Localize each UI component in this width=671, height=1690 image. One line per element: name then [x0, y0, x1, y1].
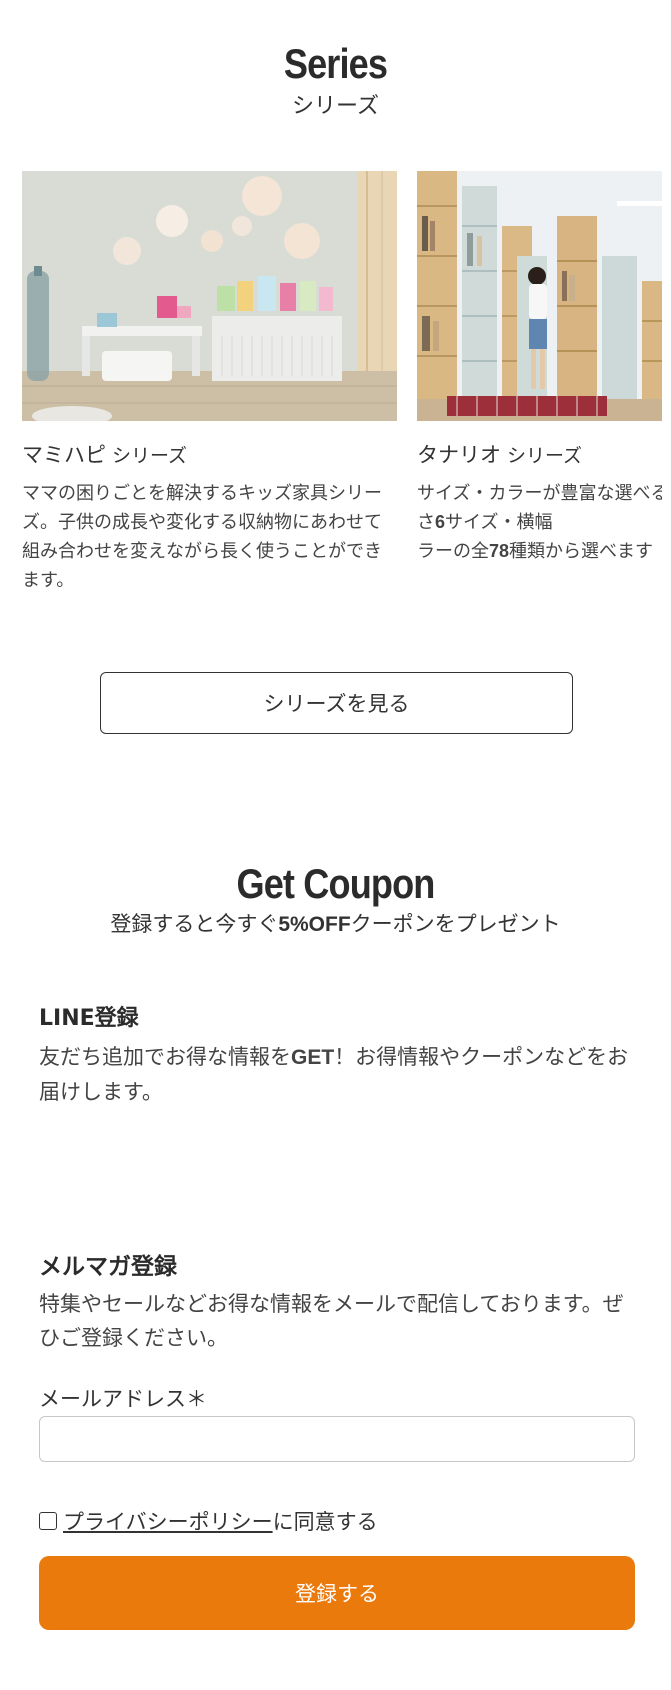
email-field[interactable]: [39, 1416, 635, 1462]
newsletter-title: メルマガ登録: [39, 1254, 177, 1280]
privacy-checkbox[interactable]: [39, 1512, 57, 1530]
register-button[interactable]: 登録する: [39, 1556, 635, 1630]
series-image-tanario[interactable]: [417, 171, 662, 421]
line-text-bold: GET: [291, 1046, 335, 1069]
privacy-consent[interactable]: プライバシーポリシー に同意する: [39, 1506, 378, 1536]
series-suffix: シリーズ: [112, 445, 188, 467]
coupon-title: Get Coupon: [236, 860, 435, 907]
series-card-description: サイズ・カラーが豊富な選べるシリーズ。高さ6サイズ・横幅ラーの全78種類から選べ…: [417, 479, 662, 566]
line-description: 友だち追加でお得な情報をGET！お得情報やクーポンなどをお届けします。: [39, 1040, 639, 1109]
line-title: LINE登録: [39, 1006, 139, 1031]
series-carousel[interactable]: マミハピ シリーズ ママの困りごとを解決するキッズ家具シリーズ。子供の成長や変化す…: [22, 171, 662, 611]
series-card-title[interactable]: タナリオ シリーズ: [417, 439, 662, 469]
desc-number: 78: [489, 541, 510, 561]
series-title: Series: [283, 40, 388, 87]
series-card-tanario[interactable]: タナリオシリーズ サイズ・カラーが豊富な選べるシリーズ。高さ6サイズ・横幅ラーの…: [417, 171, 662, 566]
series-name: マミハピ: [22, 443, 106, 467]
consent-text: に同意する: [272, 1510, 378, 1534]
series-subtitle: シリーズ: [292, 94, 379, 119]
privacy-policy-link[interactable]: プライバシーポリシー: [63, 1506, 273, 1536]
coupon-subtitle: 登録すると今すぐ5%OFFクーポンをプレゼント: [0, 908, 671, 938]
view-series-button[interactable]: シリーズを見る: [100, 672, 573, 734]
series-card-title[interactable]: マミハピ シリーズ: [22, 439, 397, 469]
series-card-description: ママの困りごとを解決するキッズ家具シリーズ。子供の成長や変化する収納物にあわせて…: [22, 483, 382, 591]
coupon-subtitle-pre: 登録すると今すぐ: [110, 912, 279, 936]
desc-text: ラーの全: [417, 541, 489, 562]
coupon-subtitle-post: クーポンをプレゼント: [350, 912, 561, 936]
line-text-pre: 友だち追加でお得な情報を: [39, 1045, 291, 1069]
series-suffix: シリーズ: [507, 445, 583, 467]
series-image-mamihapi[interactable]: [22, 171, 397, 421]
coupon-discount: 5%OFF: [278, 913, 351, 936]
newsletter-description: 特集やセールなどお得な情報をメールで配信しております。ぜひご登録ください。: [39, 1292, 624, 1350]
series-name: タナリオ: [417, 443, 501, 467]
email-label: メールアドレス＊: [39, 1387, 207, 1411]
desc-number: 6: [435, 512, 446, 532]
series-card-mamihapi[interactable]: マミハピ シリーズ ママの困りごとを解決するキッズ家具シリーズ。子供の成長や変化す…: [22, 171, 397, 595]
desc-text: 種類から選べます: [509, 541, 654, 562]
desc-text: サイズ・横幅: [445, 512, 553, 533]
